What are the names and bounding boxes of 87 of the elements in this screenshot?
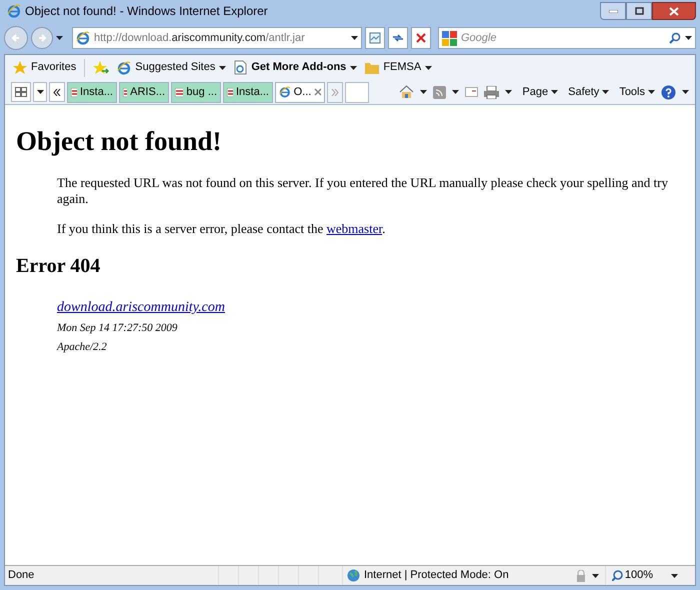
dropdown-caret-icon[interactable] [505,90,512,94]
favorites-button[interactable]: Favorites [13,59,76,76]
double-chevron-right-icon [331,88,339,96]
minimize-button[interactable] [600,2,626,20]
favicon-icon [71,88,77,96]
date-text: Mon Sep 14 17:27:50 2009 [57,320,178,336]
scroll-tabs-left-button[interactable] [49,82,65,102]
zoom-button[interactable]: 100% [612,567,653,584]
command-menu-button[interactable]: Tools [619,84,655,100]
dropdown-caret-icon[interactable] [671,574,678,578]
error-code-heading: Error 404 [16,254,102,279]
grid-icon [15,87,27,97]
dropdown-caret-icon[interactable] [682,90,689,94]
envelope-icon[interactable] [465,87,478,97]
page-icon [234,60,248,75]
favorites-bar-item[interactable]: Suggested Sites [117,59,226,76]
status-text: Done [8,568,36,584]
close-tab-icon[interactable] [314,88,321,96]
quick-tabs-button[interactable] [11,82,31,102]
star-icon [13,60,27,74]
dropdown-caret-icon[interactable] [420,90,428,94]
server-address-link[interactable]: download.ariscommunity.com [57,296,225,318]
globe-icon [347,569,360,582]
folder-icon [365,62,380,74]
dropdown-caret-icon[interactable] [602,90,610,94]
dropdown-caret-icon[interactable] [452,90,460,94]
browser-logo-icon [7,4,21,18]
dropdown-caret-icon[interactable] [425,66,432,70]
home-icon[interactable] [399,85,414,99]
search-input[interactable]: Google [461,30,665,46]
back-button[interactable] [4,26,28,50]
compatibility-button[interactable] [365,27,385,49]
contact-text: If you think this is a server error, please contact the [57,220,324,236]
dropdown-caret-icon[interactable] [350,66,358,70]
browser-tab[interactable]: bug ... [171,82,221,102]
stop-button[interactable] [411,27,431,49]
favicon-icon [227,88,233,96]
favicon-icon [123,88,128,96]
stop-icon [416,33,426,43]
error-message: The requested URL was not found on this server. If you entered the URL manually please check your spelling and try again. [57,174,669,207]
dropdown-caret-icon[interactable] [56,36,63,40]
dropdown-caret-icon[interactable] [551,90,558,94]
command-menu-button[interactable]: Safety [568,84,610,100]
forward-arrow-icon [37,33,47,43]
dropdown-caret-icon[interactable] [685,36,692,40]
favorites-bar-item[interactable]: FEMSA [365,59,432,76]
browser-tab[interactable]: Insta... [223,82,273,102]
address-field[interactable]: http://download.ariscommunity.com/antlr.jar [72,27,362,49]
favorites-bar-item[interactable]: Get More Add-ons [234,59,358,76]
security-zone-text: Internet | Protected Mode: On [364,568,509,584]
add-favorite-star-icon[interactable] [93,60,110,74]
browser-tab[interactable]: Insta... [67,82,117,102]
favicon-icon [175,88,184,96]
browser-logo-icon [117,60,132,74]
period-text: . [382,220,386,236]
command-menu-button[interactable]: Page [522,84,558,100]
dropdown-caret-icon[interactable] [648,90,655,94]
search-provider-icon [442,30,457,46]
server-version-text: Apache/2.2 [57,340,107,356]
search-icon[interactable] [669,32,681,44]
dropdown-caret-icon[interactable] [351,36,358,40]
feed-icon[interactable] [433,86,446,98]
maximize-button[interactable] [626,2,652,20]
dropdown-caret-icon[interactable] [592,574,599,578]
magnifier-icon [612,570,623,581]
window-title: Object not found! - Windows Internet Explorer [25,3,268,20]
refresh-arrows-icon [392,32,404,44]
webmaster-link[interactable]: webmaster [326,220,382,236]
maximize-icon [634,7,644,15]
browser-tab[interactable]: O... [275,82,325,102]
help-icon[interactable] [661,84,676,100]
address-url: http://download.ariscommunity.com/antlr.jar [94,30,305,46]
page-heading: Object not found! [16,125,223,158]
printer-icon[interactable] [484,86,500,98]
back-arrow-icon [11,33,21,43]
close-icon [669,6,679,16]
dropdown-caret-icon[interactable] [36,90,44,94]
tab-list-button[interactable] [33,82,47,102]
browser-logo-icon [279,85,291,99]
browser-logo-icon [76,31,90,45]
dropdown-caret-icon[interactable] [219,66,226,70]
minimize-icon [608,10,618,12]
browser-tab[interactable]: ARIS... [119,82,169,102]
refresh-button[interactable] [388,27,408,49]
double-chevron-left-icon [53,88,61,96]
search-box[interactable]: Google [438,27,696,49]
close-button[interactable] [652,2,696,20]
